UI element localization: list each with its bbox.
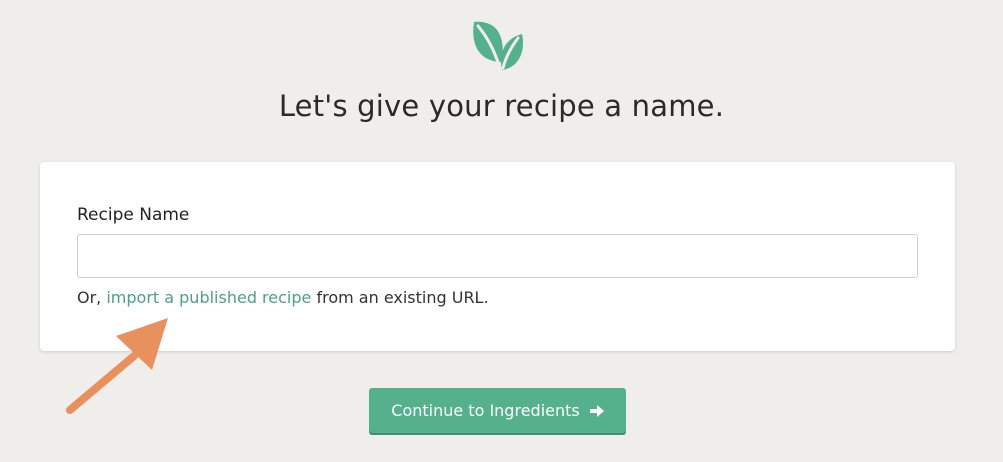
import-recipe-link[interactable]: import a published recipe (106, 288, 311, 307)
page-title: Let's give your recipe a name. (278, 89, 725, 123)
import-helper-text: Or, import a published recipe from an ex… (77, 286, 489, 310)
recipe-name-label: Recipe Name (77, 205, 190, 225)
continue-button-label: Continue to Ingredients (391, 401, 580, 420)
continue-to-ingredients-button[interactable]: Continue to Ingredients (369, 388, 626, 433)
helper-prefix: Or, (77, 288, 107, 307)
leaf-logo-icon (473, 21, 524, 70)
arrow-right-icon (589, 404, 604, 417)
recipe-name-card: Recipe Name Or, import a published recip… (40, 162, 955, 351)
recipe-name-input[interactable] (77, 234, 918, 278)
helper-suffix: from an existing URL. (311, 288, 489, 307)
